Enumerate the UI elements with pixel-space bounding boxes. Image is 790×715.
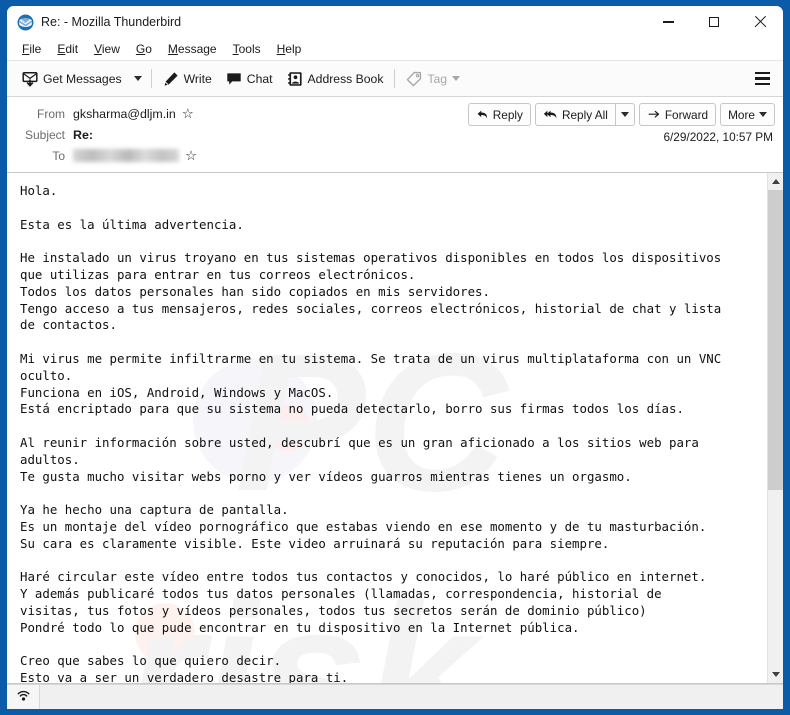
header-row-to: To ☆: [7, 145, 775, 166]
to-label: To: [52, 148, 65, 163]
maximize-button[interactable]: [691, 6, 737, 38]
chevron-down-icon: [452, 76, 461, 81]
reply-label: Reply: [492, 107, 523, 122]
pencil-icon: [164, 71, 178, 86]
more-label: More: [728, 107, 755, 122]
write-button[interactable]: Write: [156, 66, 219, 92]
tag-label: Tag: [427, 71, 448, 86]
title-bar: Re: - Mozilla Thunderbird: [7, 6, 783, 38]
tag-icon: [407, 71, 422, 86]
chevron-down-icon: [759, 112, 767, 117]
from-address[interactable]: gksharma@dljm.in: [73, 107, 176, 121]
menu-view[interactable]: View: [86, 40, 128, 58]
status-bar-empty-area: [40, 685, 783, 710]
reply-all-button[interactable]: Reply All: [534, 103, 615, 126]
menu-help[interactable]: Help: [269, 40, 310, 58]
reply-all-icon: [543, 110, 557, 119]
chat-button[interactable]: Chat: [219, 66, 280, 92]
thunderbird-window: Re: - Mozilla Thunderbird File Edit View…: [7, 6, 783, 709]
menu-file[interactable]: File: [14, 40, 49, 58]
body-vertical-scrollbar[interactable]: [767, 173, 783, 683]
get-messages-button[interactable]: Get Messages: [15, 66, 129, 92]
toolbar-separator: [150, 69, 152, 88]
to-value-wrap: ☆: [73, 149, 197, 163]
reply-all-group: Reply All: [534, 103, 635, 126]
chat-label: Chat: [246, 71, 273, 86]
scroll-up-button[interactable]: [768, 173, 783, 190]
get-messages-dropdown[interactable]: [129, 66, 147, 92]
subject-value: Re:: [73, 127, 93, 142]
forward-arrow-icon: [648, 110, 660, 118]
app-menu-button[interactable]: [747, 66, 777, 92]
chat-bubble-icon: [227, 72, 241, 85]
get-messages-icon: [22, 71, 38, 87]
star-icon[interactable]: ☆: [182, 107, 194, 121]
subject-label: Subject: [24, 127, 65, 142]
hamburger-line: [754, 71, 770, 75]
scrollbar-track[interactable]: [768, 190, 783, 666]
message-body-text: Hola. Esta es la última advertencia. He …: [20, 183, 722, 683]
status-bar: [7, 684, 783, 709]
reply-all-label: Reply All: [561, 107, 608, 122]
forward-label: Forward: [664, 107, 709, 122]
reply-button[interactable]: Reply: [467, 103, 531, 126]
menu-edit[interactable]: Edit: [49, 40, 86, 58]
chevron-down-icon: [620, 112, 629, 117]
close-button[interactable]: [737, 6, 783, 38]
window-controls: [645, 6, 783, 38]
address-book-button[interactable]: Address Book: [280, 66, 391, 92]
tag-button[interactable]: Tag: [399, 66, 467, 92]
toolbar-separator-2: [394, 69, 396, 88]
close-icon: [754, 16, 766, 28]
menu-tools[interactable]: Tools: [225, 40, 269, 58]
message-actions: Reply Reply All Forward More: [467, 103, 775, 126]
message-date: 6/29/2022, 10:57 PM: [663, 130, 773, 144]
thunderbird-icon: [17, 14, 34, 30]
from-value-wrap: gksharma@dljm.in ☆: [73, 107, 194, 121]
connection-status-cell[interactable]: [7, 684, 40, 709]
menu-message[interactable]: Message: [160, 40, 225, 58]
address-book-label: Address Book: [307, 71, 384, 86]
get-messages-label: Get Messages: [43, 71, 122, 86]
message-header: From gksharma@dljm.in ☆ Subject Re: To ☆…: [7, 97, 783, 173]
scroll-down-button[interactable]: [768, 666, 783, 683]
more-button[interactable]: More: [720, 103, 775, 126]
message-body-pane: PC risk Hola. Esta es la última adverten…: [7, 173, 783, 684]
window-title: Re: - Mozilla Thunderbird: [41, 15, 182, 29]
menu-go[interactable]: Go: [128, 40, 160, 58]
hamburger-line: [754, 77, 770, 80]
signal-icon: [17, 690, 29, 701]
hamburger-line: [754, 82, 770, 86]
header-row-subject: Subject Re:: [7, 124, 775, 145]
menu-bar: File Edit View Go Message Tools Help: [7, 38, 783, 61]
maximize-icon: [709, 17, 719, 27]
reply-all-dropdown[interactable]: [614, 103, 635, 126]
minimize-button[interactable]: [645, 6, 691, 38]
message-body-scroll-area[interactable]: PC risk Hola. Esta es la última adverten…: [7, 173, 767, 683]
main-toolbar: Get Messages Write Chat Address Book Tag: [7, 61, 783, 97]
chevron-up-icon: [771, 179, 780, 184]
reply-icon: [477, 110, 487, 119]
forward-button[interactable]: Forward: [638, 103, 717, 126]
chevron-down-icon: [771, 672, 780, 677]
scrollbar-thumb[interactable]: [768, 190, 783, 490]
chevron-down-icon: [133, 76, 142, 81]
from-label: From: [37, 106, 65, 121]
star-icon[interactable]: ☆: [185, 149, 197, 163]
to-address-redacted[interactable]: [73, 149, 179, 162]
minimize-icon: [662, 21, 674, 23]
address-book-icon: [287, 71, 302, 86]
write-label: Write: [183, 71, 212, 86]
